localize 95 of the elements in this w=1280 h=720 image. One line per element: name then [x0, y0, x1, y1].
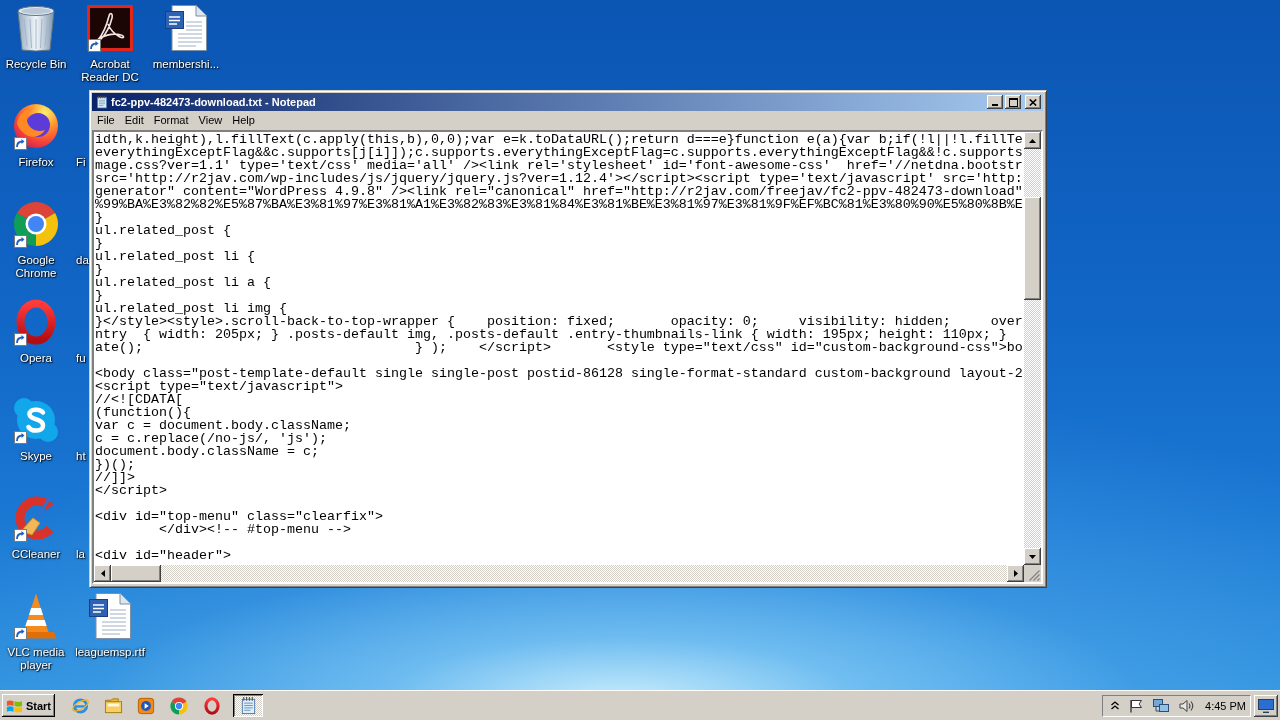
text-line: <div id="top-menu" class="clearfix">: [95, 510, 383, 523]
text-line: }: [95, 263, 103, 276]
o-ring-icon: [16, 299, 56, 345]
menu-item[interactable]: View: [193, 112, 228, 129]
text-line: idth,k.height),l.fillText(c.apply(this,b),0,0);var e=k.toDataURL();return d===e}function e(a){var b;if(!l||!l.fillTe: [95, 133, 1023, 146]
text-line: document.body.className = c;: [95, 445, 319, 458]
fox-globe-icon: [13, 103, 59, 149]
text-line: everythingExceptFlag&&c.supports[j[i]]);c.supports.everythingExceptFlag=c.supports.everythingExceptFlag&&!c.supports: [95, 146, 1023, 159]
minimize-icon: [992, 104, 998, 106]
scrollbar-thumb[interactable]: [111, 565, 161, 582]
scroll-down-button[interactable]: [1024, 548, 1041, 565]
clock[interactable]: 4:45 PM: [1205, 699, 1246, 712]
text-line: })();: [95, 458, 135, 471]
desktop-shortcut-label[interactable]: ht: [76, 450, 86, 463]
desktop-shortcut[interactable]: Google Chrome: [0, 200, 72, 280]
text-line: <div id="header">: [95, 549, 231, 562]
menu-item[interactable]: Help: [227, 112, 260, 129]
desktop-shortcut-label[interactable]: Fi: [76, 156, 86, 169]
start-button[interactable]: Start: [2, 694, 55, 717]
text-line: ul.related_post li {: [95, 250, 255, 263]
o-ring-icon: [204, 696, 220, 715]
text-line: (function(){: [95, 406, 191, 419]
desktop-shortcut[interactable]: Acrobat Reader DC: [72, 4, 148, 84]
play-tile-icon: [137, 696, 155, 715]
chevron-up-icon: [1111, 701, 1120, 710]
notepad-icon: [95, 95, 109, 109]
text-line: ul.related_post {: [95, 224, 231, 237]
left-arrow-icon: [100, 570, 105, 577]
text-line: </div><!-- #top-menu -->: [159, 523, 351, 536]
text-line: }: [95, 211, 103, 224]
right-arrow-icon: [1013, 570, 1018, 577]
document-icon: [164, 4, 208, 52]
text-line: mage.css?ver=1.1' type='text/css' media='all' /><link rel='stylesheet' id='font-awesome-css' href='//netdna.bootstr: [95, 159, 1023, 172]
vertical-scrollbar[interactable]: [1024, 132, 1041, 565]
desktop-shortcut[interactable]: leaguemsp.rtf: [72, 592, 148, 659]
scroll-up-button[interactable]: [1024, 132, 1041, 149]
recycle-bin-icon: [16, 4, 56, 52]
taskbar-app-button[interactable]: [233, 694, 263, 717]
desktop-shortcut[interactable]: Recycle Bin: [0, 4, 72, 71]
s-cloud-icon: [13, 397, 59, 443]
scrollbar-thumb[interactable]: [1024, 197, 1041, 300]
desktop-shortcut[interactable]: CCleaner: [0, 494, 72, 561]
show-desktop-button[interactable]: [1254, 694, 1278, 717]
circle-logo-icon: [13, 201, 59, 247]
close-button[interactable]: [1025, 95, 1041, 109]
desktop-shortcut[interactable]: membershi...: [148, 4, 224, 71]
resize-grip-icon: [1029, 570, 1040, 581]
text-line: generator" content="WordPress 4.9.8" /><link rel="canonical" href="http://r2jav.com/freejav/fc2-ppv-482473-download": [95, 185, 1023, 198]
desktop-shortcut-label[interactable]: fu: [76, 352, 86, 365]
text-line: ul.related_post li img {: [95, 302, 287, 315]
desktop-shortcut[interactable]: Skype: [0, 396, 72, 463]
window-title: fc2-ppv-482473-download.txt - Notepad: [111, 96, 316, 108]
menu-item[interactable]: Edit: [119, 112, 149, 129]
maximize-icon: [1008, 97, 1018, 107]
text-line: <script type="text/javascript">: [95, 380, 343, 393]
flag-icon[interactable]: [1129, 698, 1144, 713]
close-icon: [1029, 98, 1037, 106]
minimize-button[interactable]: [987, 95, 1003, 109]
text-line: ul.related_post li a {: [95, 276, 271, 289]
desktop-shortcut-label[interactable]: da: [76, 254, 89, 267]
text-editor[interactable]: [94, 132, 1024, 565]
document-icon: [88, 592, 132, 640]
up-arrow-icon: [1029, 138, 1036, 143]
desktop-shortcut[interactable]: VLC media player: [0, 592, 72, 672]
globe-orbit-icon: [70, 696, 90, 715]
text-line: ntry { width: 205px; } .posts-default img, .posts-default .entry-thumbnails-link { width: 195px; height: 110px; }: [95, 328, 1007, 341]
text-line: <body class="post-template-default single single-post postid-86128 single-format-standard custom-background layout-2: [95, 367, 1023, 380]
maximize-button[interactable]: [1005, 95, 1021, 109]
text-line: c = c.replace(/no-js/, 'js');: [95, 432, 327, 445]
text-line: src='http://r2jav.com/wp-includes/js/jquery/jquery.js?ver=1.12.4'></script><script type='text/javascript' src='http:: [95, 172, 1023, 185]
speaker-icon[interactable]: [1179, 698, 1196, 713]
text-line: }: [95, 289, 103, 302]
menu-item[interactable]: File: [92, 112, 120, 129]
show-hidden-icons-button[interactable]: [1111, 701, 1120, 710]
desktop-shortcut[interactable]: Firefox: [0, 102, 72, 169]
network-icon[interactable]: [1153, 698, 1170, 713]
down-arrow-icon: [1029, 554, 1036, 559]
text-line: </script>: [95, 484, 167, 497]
text-line: //]]>: [95, 471, 135, 484]
text-line: var c = document.body.className;: [95, 419, 351, 432]
horizontal-scrollbar[interactable]: [94, 565, 1024, 582]
scroll-left-button[interactable]: [94, 565, 111, 582]
text-line: //<![CDATA[: [95, 393, 183, 406]
circle-logo-icon: [170, 696, 188, 715]
text-line: %99%BA%E3%82%82%E5%87%BA%E3%81%97%E3%81%A1%E3%82%83%E3%81%84%E3%81%BE%E3%81%97%E3%81%9F%EF%BC%81%E3%80%90%E5%80%8B%E: [95, 198, 1023, 211]
text-line: }</style><style>.scroll-back-to-top-wrapper { position: fixed; opacity: 0; visibility: hidden; over: [95, 315, 1023, 328]
menu-item[interactable]: Format: [148, 112, 194, 129]
swirl-tile-icon: [87, 5, 133, 51]
scroll-right-button[interactable]: [1007, 565, 1024, 582]
text-line: ate(); } ); </script> <style type="text/css" id="custom-background-css">bo: [95, 341, 1023, 354]
monitor-icon: [1258, 698, 1274, 713]
folder-icon: [103, 696, 123, 715]
desktop-shortcut-label[interactable]: la: [76, 548, 85, 561]
desktop-shortcut[interactable]: Opera: [0, 298, 72, 365]
text-line: }: [95, 237, 103, 250]
